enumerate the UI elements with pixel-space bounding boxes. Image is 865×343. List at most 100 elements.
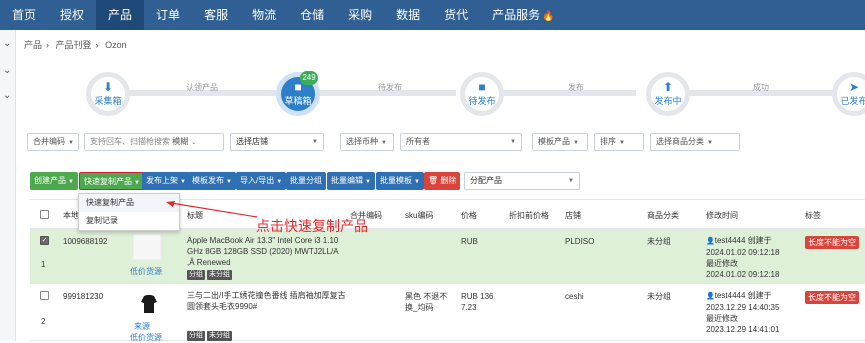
merge-code-select[interactable]: 合并编码 ▼	[27, 133, 79, 151]
sweater-image	[141, 295, 157, 313]
select-all-checkbox[interactable]	[40, 210, 49, 219]
step-connector-label: 认领产品	[186, 83, 218, 92]
nav-orders[interactable]: 订单	[144, 0, 192, 30]
step-connector-label: 待发布	[378, 83, 402, 92]
step-label: 已发布	[840, 96, 865, 106]
table-row[interactable]: 2 999181230 来源 低价货源 三与二出/I手工绣花撞色番线 插肩袖加厚…	[30, 284, 865, 343]
row-index: 2	[41, 317, 46, 326]
nav-logistics[interactable]: 物流	[240, 0, 288, 30]
caret-down-icon: ▼	[68, 179, 74, 185]
caret-down-icon: ▼	[312, 139, 318, 145]
chevron-down-icon[interactable]: ⌄	[3, 65, 11, 76]
table-row[interactable]: ✓ 1 1009688192 低价货源 Apple MacBook Air 13…	[30, 229, 865, 284]
nav-product-service[interactable]: 产品服务 🔥	[480, 0, 566, 30]
nav-products[interactable]: 产品	[96, 0, 145, 30]
currency-label: 选择币种	[346, 137, 378, 146]
chevron-down-icon[interactable]: ⌄	[3, 38, 11, 49]
import-export-button[interactable]: 导入/导出 ▼	[236, 172, 287, 190]
category-select[interactable]: 选择商品分类 ▼	[650, 133, 740, 151]
assign-product-select[interactable]: 分配产品 ▼	[464, 172, 580, 190]
modified-time: 2024.01.02 09:12:18	[706, 270, 780, 279]
dropdown-item-copy-records[interactable]: 复制记录	[79, 212, 179, 230]
breadcrumb-item[interactable]: 产品刊登	[56, 40, 92, 50]
created-time: 2023.12.29 14:40:35	[706, 303, 780, 312]
caret-down-icon: ▼	[276, 179, 283, 185]
breadcrumb-item[interactable]: 产品	[24, 40, 42, 50]
source-link[interactable]: 低价货源	[130, 332, 162, 343]
draft-count-badge: 249	[300, 71, 318, 85]
product-title[interactable]: 三与二出/I手工绣花撞色番线 插肩袖加厚复古圆领套头毛衣9990#	[187, 290, 347, 312]
group-tags: 分组 未分组	[187, 268, 234, 280]
step-label: 采集箱	[94, 96, 122, 106]
quick-copy-button[interactable]: 快速复制产品 ▼	[79, 172, 145, 190]
nav-auth[interactable]: 授权	[48, 0, 96, 30]
owner-label: 所有者	[406, 137, 430, 146]
modified-label: 最近修改	[706, 259, 738, 268]
nav-service[interactable]: 客服	[192, 0, 240, 30]
chevron-down-icon[interactable]: ⌄	[3, 90, 11, 101]
created-time: 2024.01.02 09:12:18	[706, 248, 780, 257]
batch-template-button[interactable]: 批量模板 ▼	[376, 172, 424, 190]
send-icon: ➤	[848, 80, 860, 94]
row-price: RUB 136 7.23	[461, 292, 494, 312]
step-to-publish[interactable]: ■ 待发布	[460, 72, 504, 116]
batch-edit-button[interactable]: 批量编辑 ▼	[327, 172, 375, 190]
product-thumbnail[interactable]	[135, 292, 163, 318]
top-nav: 首页 授权 产品 订单 客服 物流 仓储 采购 数据 货代 产品服务 🔥	[0, 0, 865, 30]
sort-label: 排序	[600, 137, 616, 146]
annotation-arrow	[166, 201, 258, 218]
caret-down-icon: ▼	[619, 140, 625, 146]
owner-select[interactable]: 所有者 ▼	[400, 133, 522, 151]
row-checkbox[interactable]	[40, 291, 49, 300]
product-thumbnail[interactable]	[133, 234, 161, 260]
step-publishing[interactable]: ⬆ 发布中	[646, 72, 690, 116]
nav-data[interactable]: 数据	[384, 0, 432, 30]
step-collect-box[interactable]: ⬇ 采集箱	[86, 72, 130, 116]
row-id: 1009688192	[63, 237, 108, 246]
row-store: PLDISO	[565, 237, 595, 246]
col-discount-price: 折扣前价格	[509, 211, 549, 220]
nav-forwarder[interactable]: 货代	[432, 0, 480, 30]
publish-steps: 认领产品 待发布 发布 成功 ⬇ 采集箱 ■ 草稿箱 249 ■ 待发布 ⬆ 发…	[16, 56, 865, 126]
search-placeholder: 支持回车、扫描枪搜索	[90, 137, 170, 146]
tag: 未分组	[207, 331, 232, 341]
import-export-label: 导入/导出	[240, 176, 275, 185]
source-top-link[interactable]: 来源	[134, 321, 150, 332]
modified-time: 2023.12.29 14:41:01	[706, 325, 780, 334]
col-sku: sku编码	[405, 211, 434, 220]
template-select[interactable]: 模板产品 ▼	[532, 133, 588, 151]
col-local: 本地	[63, 211, 79, 220]
source-link[interactable]: 低价货源	[130, 266, 162, 277]
step-connector-label: 成功	[753, 83, 769, 92]
breadcrumb: 产品 › 产品刊登 › Ozon	[24, 40, 127, 50]
step-connector-label: 发布	[568, 83, 584, 92]
caret-down-icon: ▼	[365, 179, 371, 185]
step-published[interactable]: ➤ 已发布	[832, 72, 865, 116]
caret-down-icon: ▼	[510, 139, 516, 145]
template-publish-button[interactable]: 模板发布 ▼	[188, 172, 236, 190]
caret-down-icon: ▼	[707, 140, 713, 146]
upload-icon: ⬆	[662, 80, 674, 94]
template-label: 模板产品	[538, 137, 570, 146]
search-mode[interactable]: 模糊	[172, 137, 188, 146]
publish-button[interactable]: 发布上架 ▼	[142, 172, 190, 190]
currency-select[interactable]: 选择币种 ▼	[340, 133, 394, 151]
delete-button[interactable]: 🗑 删除	[424, 172, 461, 190]
nav-warehouse[interactable]: 仓储	[288, 0, 336, 30]
search-input[interactable]: 支持回车、扫描枪搜索 模糊 ⌄	[84, 133, 224, 151]
row-checkbox[interactable]: ✓	[40, 236, 49, 245]
batch-group-button[interactable]: 批量分组	[286, 172, 326, 190]
col-price: 价格	[461, 211, 477, 220]
col-category: 商品分类	[647, 211, 679, 220]
create-product-button[interactable]: 创建产品 ▼	[30, 172, 78, 190]
step-label: 发布中	[654, 96, 682, 106]
store-select[interactable]: 选择店铺 ▼	[230, 133, 324, 151]
dropdown-item-quick-copy[interactable]: 快速复制产品	[79, 194, 179, 212]
product-title[interactable]: Apple MacBook Air 13.3" Intel Core i3 1.…	[187, 235, 347, 268]
delete-label: 删除	[440, 176, 457, 185]
download-icon: ⬇	[102, 80, 114, 94]
col-store: 店铺	[565, 211, 581, 220]
nav-purchase[interactable]: 采购	[336, 0, 384, 30]
nav-home[interactable]: 首页	[0, 0, 48, 30]
sort-select[interactable]: 排序 ▼	[594, 133, 644, 151]
